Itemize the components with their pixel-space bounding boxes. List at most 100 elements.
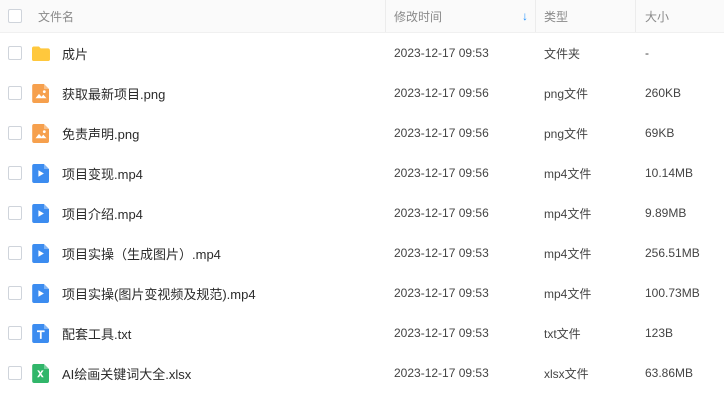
file-type-cell: mp4文件 bbox=[544, 193, 636, 233]
file-size: - bbox=[645, 46, 649, 60]
table-row[interactable]: 项目实操（生成图片）.mp4 2023-12-17 09:53 mp4文件 25… bbox=[0, 233, 724, 273]
modified-time: 2023-12-17 09:56 bbox=[394, 86, 489, 100]
row-checkbox[interactable] bbox=[8, 246, 22, 260]
file-type: mp4文件 bbox=[544, 166, 592, 181]
image-file-icon bbox=[30, 122, 52, 144]
text-file-icon bbox=[30, 322, 52, 344]
file-size: 9.89MB bbox=[645, 206, 687, 220]
file-name-cell[interactable]: 获取最新项目.png bbox=[30, 73, 378, 113]
image-file-icon bbox=[30, 82, 52, 104]
video-file-icon bbox=[30, 282, 52, 304]
row-checkbox[interactable] bbox=[8, 126, 22, 140]
table-row[interactable]: 项目实操(图片变视频及规范).mp4 2023-12-17 09:53 mp4文… bbox=[0, 273, 724, 313]
column-header-type-label: 类型 bbox=[544, 9, 569, 24]
file-name[interactable]: 获取最新项目.png bbox=[62, 84, 165, 103]
file-size-cell: 69KB bbox=[645, 113, 724, 153]
file-size-cell: 100.73MB bbox=[645, 273, 724, 313]
file-table: 文件名 修改时间 ↓ 类型 大小 成片 2023-12-17 09:53 文件夹 bbox=[0, 0, 724, 393]
row-checkbox[interactable] bbox=[8, 46, 22, 60]
file-size: 69KB bbox=[645, 126, 675, 140]
file-name[interactable]: 项目实操(图片变视频及规范).mp4 bbox=[62, 284, 256, 303]
column-header-type[interactable]: 类型 bbox=[544, 0, 636, 32]
file-size: 123B bbox=[645, 326, 674, 340]
file-name[interactable]: 项目实操（生成图片）.mp4 bbox=[62, 244, 221, 263]
file-name[interactable]: 项目变现.mp4 bbox=[62, 164, 143, 183]
table-header: 文件名 修改时间 ↓ 类型 大小 bbox=[0, 0, 724, 33]
row-select-cell[interactable] bbox=[8, 33, 22, 73]
row-select-cell[interactable] bbox=[8, 73, 22, 113]
row-checkbox[interactable] bbox=[8, 86, 22, 100]
file-type-cell: png文件 bbox=[544, 73, 636, 113]
column-header-size-label: 大小 bbox=[645, 9, 670, 24]
table-row[interactable]: AI绘画关键词大全.xlsx 2023-12-17 09:53 xlsx文件 6… bbox=[0, 353, 724, 393]
table-row[interactable]: 项目介绍.mp4 2023-12-17 09:56 mp4文件 9.89MB bbox=[0, 193, 724, 233]
select-all-checkbox[interactable] bbox=[8, 9, 22, 23]
row-select-cell[interactable] bbox=[8, 113, 22, 153]
modified-time: 2023-12-17 09:56 bbox=[394, 206, 489, 220]
video-file-icon bbox=[30, 162, 52, 184]
file-size: 256.51MB bbox=[645, 246, 700, 260]
modified-time: 2023-12-17 09:53 bbox=[394, 246, 489, 260]
file-name[interactable]: AI绘画关键词大全.xlsx bbox=[62, 364, 191, 383]
file-size: 63.86MB bbox=[645, 366, 694, 380]
file-list: 成片 2023-12-17 09:53 文件夹 - 获取最新项目.png 202… bbox=[0, 33, 724, 393]
column-divider[interactable] bbox=[535, 0, 536, 32]
column-header-name[interactable]: 文件名 bbox=[38, 0, 386, 32]
row-select-cell[interactable] bbox=[8, 193, 22, 233]
row-select-cell[interactable] bbox=[8, 153, 22, 193]
column-header-name-label: 文件名 bbox=[38, 9, 75, 24]
file-name-cell[interactable]: 项目变现.mp4 bbox=[30, 153, 378, 193]
file-name-cell[interactable]: 成片 bbox=[30, 33, 378, 73]
file-size: 100.73MB bbox=[645, 286, 700, 300]
column-divider[interactable] bbox=[385, 0, 386, 32]
file-size-cell: 9.89MB bbox=[645, 193, 724, 233]
file-type: mp4文件 bbox=[544, 246, 592, 261]
table-row[interactable]: 免责声明.png 2023-12-17 09:56 png文件 69KB bbox=[0, 113, 724, 153]
column-header-time[interactable]: 修改时间 ↓ bbox=[394, 0, 536, 32]
table-row[interactable]: 获取最新项目.png 2023-12-17 09:56 png文件 260KB bbox=[0, 73, 724, 113]
table-row[interactable]: 成片 2023-12-17 09:53 文件夹 - bbox=[0, 33, 724, 73]
row-checkbox[interactable] bbox=[8, 206, 22, 220]
modified-time-cell: 2023-12-17 09:56 bbox=[394, 73, 536, 113]
file-name[interactable]: 配套工具.txt bbox=[62, 324, 131, 343]
row-select-cell[interactable] bbox=[8, 233, 22, 273]
file-name[interactable]: 成片 bbox=[62, 44, 88, 63]
file-type: png文件 bbox=[544, 86, 589, 101]
file-type-cell: txt文件 bbox=[544, 313, 636, 353]
modified-time-cell: 2023-12-17 09:56 bbox=[394, 153, 536, 193]
row-checkbox[interactable] bbox=[8, 286, 22, 300]
modified-time-cell: 2023-12-17 09:53 bbox=[394, 233, 536, 273]
modified-time-cell: 2023-12-17 09:53 bbox=[394, 313, 536, 353]
file-type-cell: 文件夹 bbox=[544, 33, 636, 73]
file-type: txt文件 bbox=[544, 326, 581, 341]
table-row[interactable]: 项目变现.mp4 2023-12-17 09:56 mp4文件 10.14MB bbox=[0, 153, 724, 193]
file-name-cell[interactable]: 项目介绍.mp4 bbox=[30, 193, 378, 233]
row-select-cell[interactable] bbox=[8, 353, 22, 393]
file-type: mp4文件 bbox=[544, 206, 592, 221]
file-type-cell: mp4文件 bbox=[544, 273, 636, 313]
file-name-cell[interactable]: AI绘画关键词大全.xlsx bbox=[30, 353, 378, 393]
file-name-cell[interactable]: 配套工具.txt bbox=[30, 313, 378, 353]
row-checkbox[interactable] bbox=[8, 166, 22, 180]
sort-down-icon[interactable]: ↓ bbox=[522, 0, 528, 32]
file-size-cell: - bbox=[645, 33, 724, 73]
row-select-cell[interactable] bbox=[8, 313, 22, 353]
table-row[interactable]: 配套工具.txt 2023-12-17 09:53 txt文件 123B bbox=[0, 313, 724, 353]
file-name-cell[interactable]: 项目实操(图片变视频及规范).mp4 bbox=[30, 273, 378, 313]
folder-icon bbox=[30, 42, 52, 64]
column-divider[interactable] bbox=[635, 0, 636, 32]
column-header-size[interactable]: 大小 bbox=[645, 0, 724, 32]
select-all-cell[interactable] bbox=[8, 0, 22, 32]
file-size-cell: 256.51MB bbox=[645, 233, 724, 273]
file-name[interactable]: 免责声明.png bbox=[62, 124, 139, 143]
file-name[interactable]: 项目介绍.mp4 bbox=[62, 204, 143, 223]
file-name-cell[interactable]: 项目实操（生成图片）.mp4 bbox=[30, 233, 378, 273]
column-header-time-label: 修改时间 bbox=[394, 9, 443, 24]
file-type-cell: mp4文件 bbox=[544, 233, 636, 273]
file-size-cell: 63.86MB bbox=[645, 353, 724, 393]
row-checkbox[interactable] bbox=[8, 366, 22, 380]
row-checkbox[interactable] bbox=[8, 326, 22, 340]
file-name-cell[interactable]: 免责声明.png bbox=[30, 113, 378, 153]
file-type: png文件 bbox=[544, 126, 589, 141]
row-select-cell[interactable] bbox=[8, 273, 22, 313]
